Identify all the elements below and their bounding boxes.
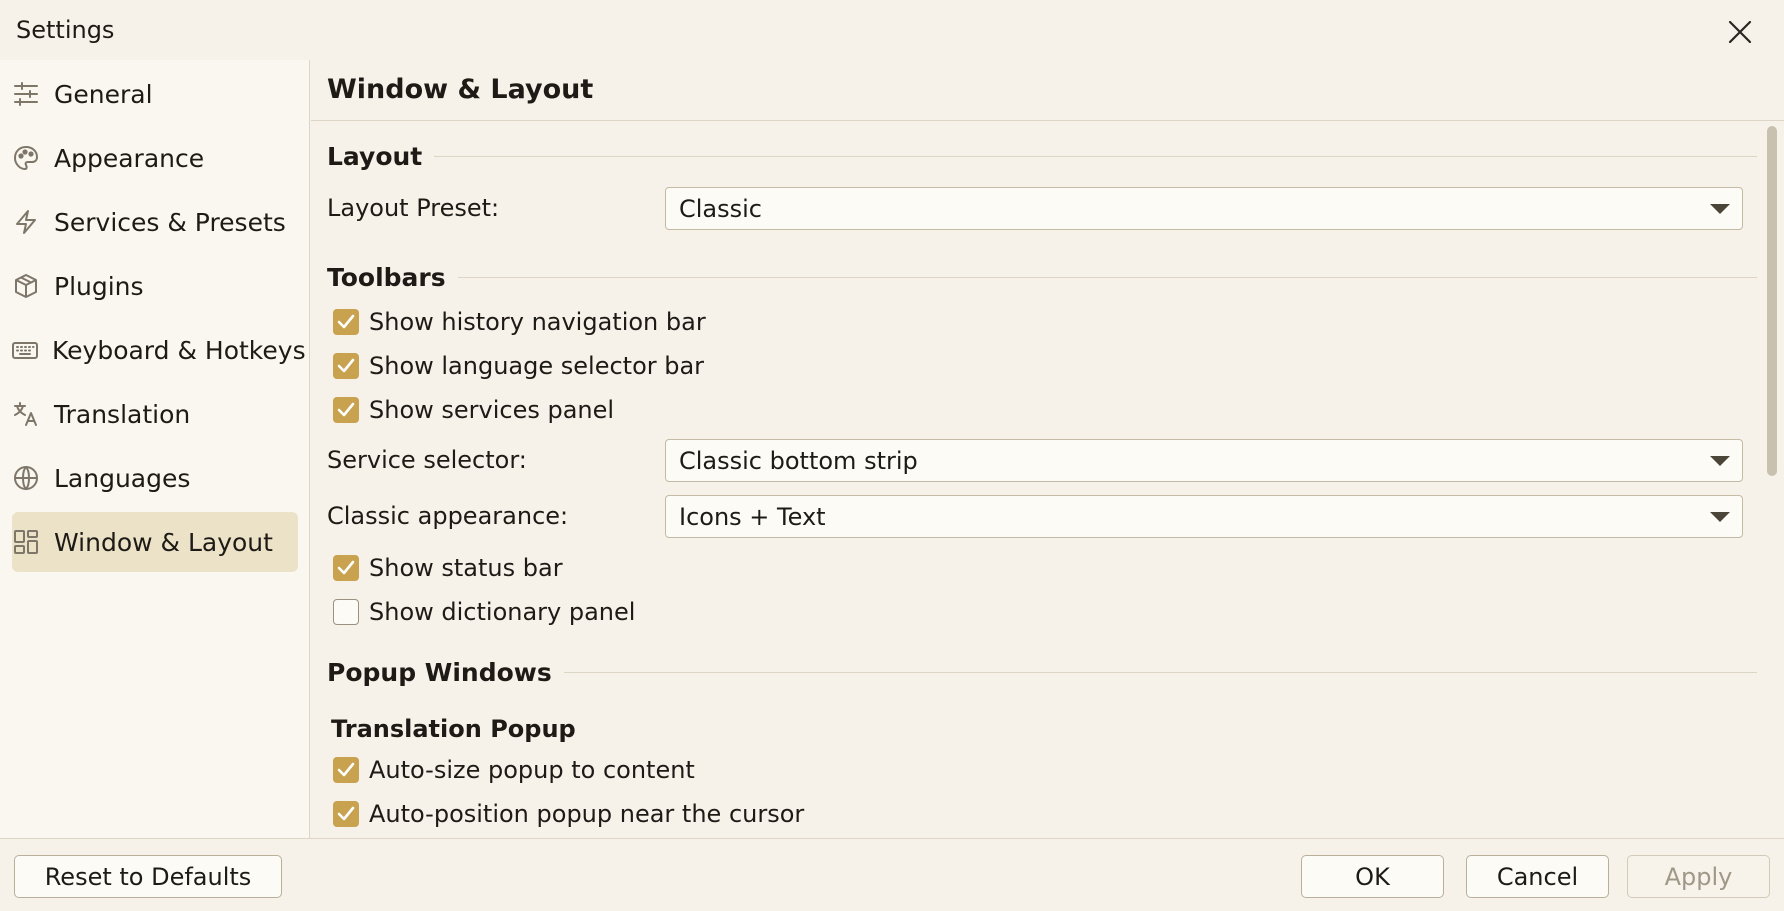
section-title: Toolbars [327,262,446,292]
section-divider [434,155,1757,157]
dialog-footer: Reset to Defaults OK Cancel Apply [0,838,1784,911]
sidebar-item-label: Window & Layout [54,527,273,557]
checkbox-checked-icon [333,555,359,581]
sidebar-item-general[interactable]: General [12,64,298,124]
checkbox-label: Show status bar [369,554,563,582]
page-title: Window & Layout [327,74,594,105]
section-popup-heading: Popup Windows [327,657,1757,687]
section-toolbars-heading: Toolbars [327,262,1757,292]
close-icon [1728,20,1752,44]
select-value: Classic [679,194,763,223]
content-header: Window & Layout [311,60,1784,121]
select-value: Icons + Text [679,502,826,531]
section-divider [563,671,1757,673]
dropdown-arrow-icon [1710,511,1730,522]
sidebar-item-languages[interactable]: Languages [12,448,298,508]
checkbox-checked-icon [333,801,359,827]
checkbox-label: Show language selector bar [369,352,705,380]
sidebar-item-label: Services & Presets [54,207,286,237]
sliders-icon [12,80,40,108]
section-layout-heading: Layout [327,141,1757,171]
sidebar-item-label: Plugins [54,271,144,301]
service-selector-label: Service selector: [327,446,527,474]
service-selector-select[interactable]: Classic bottom strip [665,439,1743,482]
language-bar-checkbox[interactable]: Show language selector bar [333,350,704,382]
auto-position-checkbox[interactable]: Auto-position popup near the cursor [333,798,804,830]
cancel-button[interactable]: Cancel [1466,855,1609,898]
sidebar-item-translation[interactable]: Translation [12,384,298,444]
checkbox-unchecked-icon [333,599,359,625]
title-bar: Settings [0,0,1784,60]
sidebar-item-keyboard-hotkeys[interactable]: Keyboard & Hotkeys [12,320,306,380]
sidebar-item-window-layout[interactable]: Window & Layout [12,512,298,572]
dictionary-panel-checkbox[interactable]: Show dictionary panel [333,596,635,628]
window-title: Settings [16,16,115,44]
reset-to-defaults-button[interactable]: Reset to Defaults [14,855,282,898]
package-icon [12,272,40,300]
checkbox-label: Show history navigation bar [369,308,706,336]
apply-button[interactable]: Apply [1627,855,1770,898]
history-bar-checkbox[interactable]: Show history navigation bar [333,306,706,338]
globe-icon [12,464,40,492]
checkbox-checked-icon [333,309,359,335]
layout-icon [12,528,40,556]
close-button[interactable] [1722,14,1758,50]
classic-appearance-label: Classic appearance: [327,502,569,530]
checkbox-label: Auto-position popup near the cursor [369,800,805,828]
translate-icon [12,400,40,428]
checkbox-checked-icon [333,397,359,423]
services-panel-checkbox[interactable]: Show services panel [333,394,614,426]
lightning-icon [12,208,40,236]
checkbox-label: Show dictionary panel [369,598,636,626]
checkbox-label: Show services panel [369,396,615,424]
section-title: Popup Windows [327,657,552,687]
sidebar-item-label: General [54,79,153,109]
section-divider [457,276,1757,278]
dropdown-arrow-icon [1710,455,1730,466]
layout-preset-select[interactable]: Classic [665,187,1743,230]
checkbox-label: Auto-size popup to content [369,756,695,784]
checkbox-checked-icon [333,353,359,379]
sidebar-item-plugins[interactable]: Plugins [12,256,298,316]
classic-appearance-select[interactable]: Icons + Text [665,495,1743,538]
select-value: Classic bottom strip [679,446,918,475]
translation-popup-heading: Translation Popup [331,715,576,743]
sidebar-item-appearance[interactable]: Appearance [12,128,298,188]
section-title: Layout [327,141,423,171]
sidebar: General Appearance Services & Presets Pl… [0,60,310,838]
sidebar-item-label: Languages [54,463,191,493]
ok-button[interactable]: OK [1301,855,1444,898]
sidebar-item-label: Appearance [54,143,205,173]
sidebar-item-services-presets[interactable]: Services & Presets [12,192,298,252]
checkbox-checked-icon [333,757,359,783]
scrollbar-thumb[interactable] [1767,126,1777,476]
keyboard-icon [12,336,38,364]
settings-content: Window & Layout Layout Layout Preset: Cl… [311,60,1784,838]
dropdown-arrow-icon [1710,203,1730,214]
layout-preset-label: Layout Preset: [327,194,500,222]
sidebar-item-label: Keyboard & Hotkeys [52,335,306,365]
palette-icon [12,144,40,172]
auto-size-checkbox[interactable]: Auto-size popup to content [333,754,695,786]
sidebar-item-label: Translation [54,399,191,429]
status-bar-checkbox[interactable]: Show status bar [333,552,563,584]
